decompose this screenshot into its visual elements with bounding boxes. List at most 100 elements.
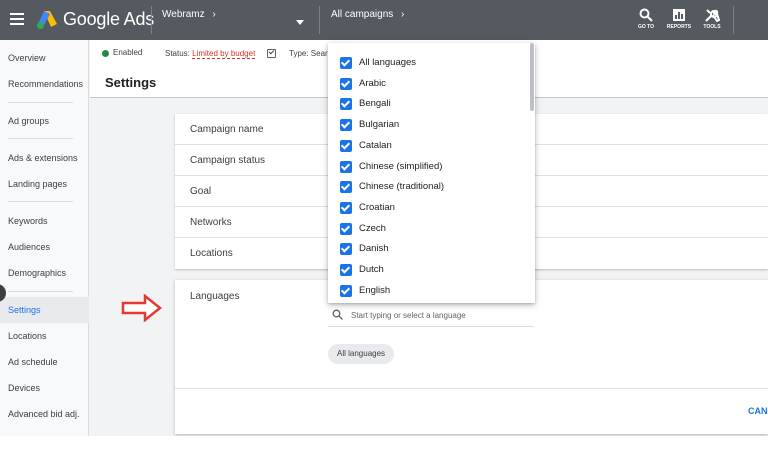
language-option-label: Chinese (traditional)	[359, 181, 445, 193]
language-option-label: Arabic	[359, 77, 386, 89]
checkbox-checked-icon[interactable]	[340, 243, 352, 256]
cancel-button[interactable]: CANC	[748, 406, 768, 416]
sidebar-item-demographics[interactable]: Demographics	[0, 260, 89, 286]
checkbox-checked-icon[interactable]	[340, 77, 352, 90]
status-text: Status: Limited by budget	[165, 49, 256, 59]
sidebar-divider	[8, 138, 73, 139]
goto-label: GO TO	[637, 24, 655, 30]
language-option[interactable]: Chinese (traditional)	[328, 177, 528, 198]
language-option[interactable]: Dutch	[328, 260, 528, 281]
sidebar-item-overview[interactable]: Overview	[0, 45, 89, 71]
language-option-label: Catalan	[359, 139, 392, 151]
campaign-name: All campaigns	[331, 9, 394, 20]
tools-label: TOOLS	[703, 24, 721, 30]
reports-icon	[673, 9, 685, 21]
checkbox-checked-icon[interactable]	[340, 160, 352, 173]
card-divider	[175, 388, 768, 389]
google-ads-logo-icon	[37, 10, 57, 29]
google-ads-logo[interactable]: Google Ads	[36, 9, 154, 30]
account-selector[interactable]: Webramz ›	[162, 9, 216, 20]
status-prefix: Status:	[165, 49, 190, 58]
bottom-strip	[0, 436, 768, 450]
checkbox-checked-icon[interactable]	[340, 98, 352, 111]
checkbox-checked-icon[interactable]	[340, 284, 352, 297]
language-option[interactable]: All languages	[328, 53, 528, 74]
language-option[interactable]: Catalan	[328, 136, 528, 157]
language-option-label: Czech	[359, 222, 386, 234]
goto-button[interactable]: GO TO	[631, 8, 661, 34]
sidebar-divider	[8, 102, 73, 103]
sidebar-divider	[8, 291, 73, 292]
checkbox-checked-icon[interactable]	[340, 57, 352, 69]
language-option[interactable]: Czech	[328, 219, 528, 240]
sidebar-item-ad-schedule[interactable]: Ad schedule	[0, 349, 89, 375]
reports-label: REPORTS	[666, 24, 692, 30]
checkbox-checked-icon[interactable]	[340, 222, 352, 235]
status-checkbox-icon[interactable]	[267, 49, 276, 58]
search-icon	[639, 8, 653, 22]
language-option[interactable]: Arabic	[328, 74, 528, 95]
setting-label: Locations	[190, 248, 233, 259]
setting-label: Campaign name	[190, 124, 264, 135]
setting-label: Goal	[190, 186, 212, 197]
sidebar-item-landing-pages[interactable]: Landing pages	[0, 171, 89, 197]
language-option[interactable]: Bengali	[328, 94, 528, 115]
divider	[733, 6, 734, 34]
tools-button[interactable]: TOOLS	[697, 8, 727, 34]
sidebar-item-ads-extensions[interactable]: Ads & extensions	[0, 145, 89, 171]
sidebar-item-settings[interactable]: Settings	[0, 297, 89, 323]
menu-icon[interactable]	[10, 13, 24, 25]
sidebar-item-locations[interactable]: Locations	[0, 323, 89, 349]
account-name: Webramz	[162, 9, 205, 20]
language-option[interactable]: English	[328, 281, 528, 302]
language-option-label: English	[359, 284, 391, 296]
setting-label: Networks	[190, 217, 232, 228]
language-option[interactable]: Bulgarian	[328, 115, 528, 136]
chevron-right-icon: ›	[212, 9, 216, 20]
language-option-label: Dutch	[359, 264, 384, 275]
language-search-input[interactable]	[351, 308, 533, 322]
sidebar-item-devices[interactable]: Devices	[0, 375, 89, 401]
language-option[interactable]: Chinese (simplified)	[328, 157, 528, 178]
campaign-type: Type: Sear	[289, 49, 328, 58]
language-option-label: Chinese (simplified)	[359, 160, 443, 172]
enabled-label: Enabled	[113, 48, 143, 57]
language-option-label: Danish	[359, 243, 389, 255]
language-option[interactable]: Croatian	[328, 198, 528, 219]
search-icon	[332, 309, 343, 320]
page-title: Settings	[105, 75, 157, 90]
chevron-right-icon: ›	[401, 9, 405, 20]
divider	[151, 6, 152, 34]
languages-label: Languages	[190, 291, 240, 302]
checkbox-checked-icon[interactable]	[340, 201, 352, 214]
enabled-status-dot	[102, 50, 109, 57]
dropdown-scrollbar[interactable]	[530, 43, 534, 111]
red-arrow-icon	[121, 294, 163, 322]
sidebar-item-audiences[interactable]: Audiences	[0, 234, 89, 260]
sidebar: Overview Recommendations Ad groups Ads &…	[0, 40, 89, 450]
checkbox-checked-icon[interactable]	[340, 181, 352, 194]
setting-label: Campaign status	[190, 155, 266, 166]
search-underline	[328, 326, 534, 327]
sidebar-item-advanced-bid-adj[interactable]: Advanced bid adj.	[0, 401, 89, 427]
wrench-icon	[704, 9, 720, 22]
sidebar-item-keywords[interactable]: Keywords	[0, 208, 89, 234]
campaign-selector[interactable]: All campaigns ›	[331, 9, 404, 20]
all-languages-chip[interactable]: All languages	[328, 344, 395, 364]
language-option-label: Bulgarian	[359, 119, 400, 131]
reports-button[interactable]: REPORTS	[664, 8, 694, 34]
checkbox-checked-icon[interactable]	[340, 139, 352, 152]
languages-card: Languages All languages CANC	[175, 280, 768, 434]
checkbox-checked-icon[interactable]	[340, 119, 352, 132]
checkbox-checked-icon[interactable]	[340, 264, 352, 276]
language-option-label: All languages	[359, 57, 417, 68]
language-option[interactable]: Danish	[328, 239, 528, 260]
top-bar: Google Ads Webramz › All campaigns › GO …	[0, 0, 768, 40]
limited-by-budget-link[interactable]: Limited by budget	[192, 49, 256, 59]
language-option-label: Bengali	[359, 98, 391, 110]
sidebar-item-ad-groups[interactable]: Ad groups	[0, 108, 89, 134]
sidebar-item-recommendations[interactable]: Recommendations	[0, 71, 89, 97]
sidebar-divider	[8, 201, 73, 202]
account-dropdown-caret-icon[interactable]	[296, 20, 304, 25]
divider	[319, 6, 320, 34]
